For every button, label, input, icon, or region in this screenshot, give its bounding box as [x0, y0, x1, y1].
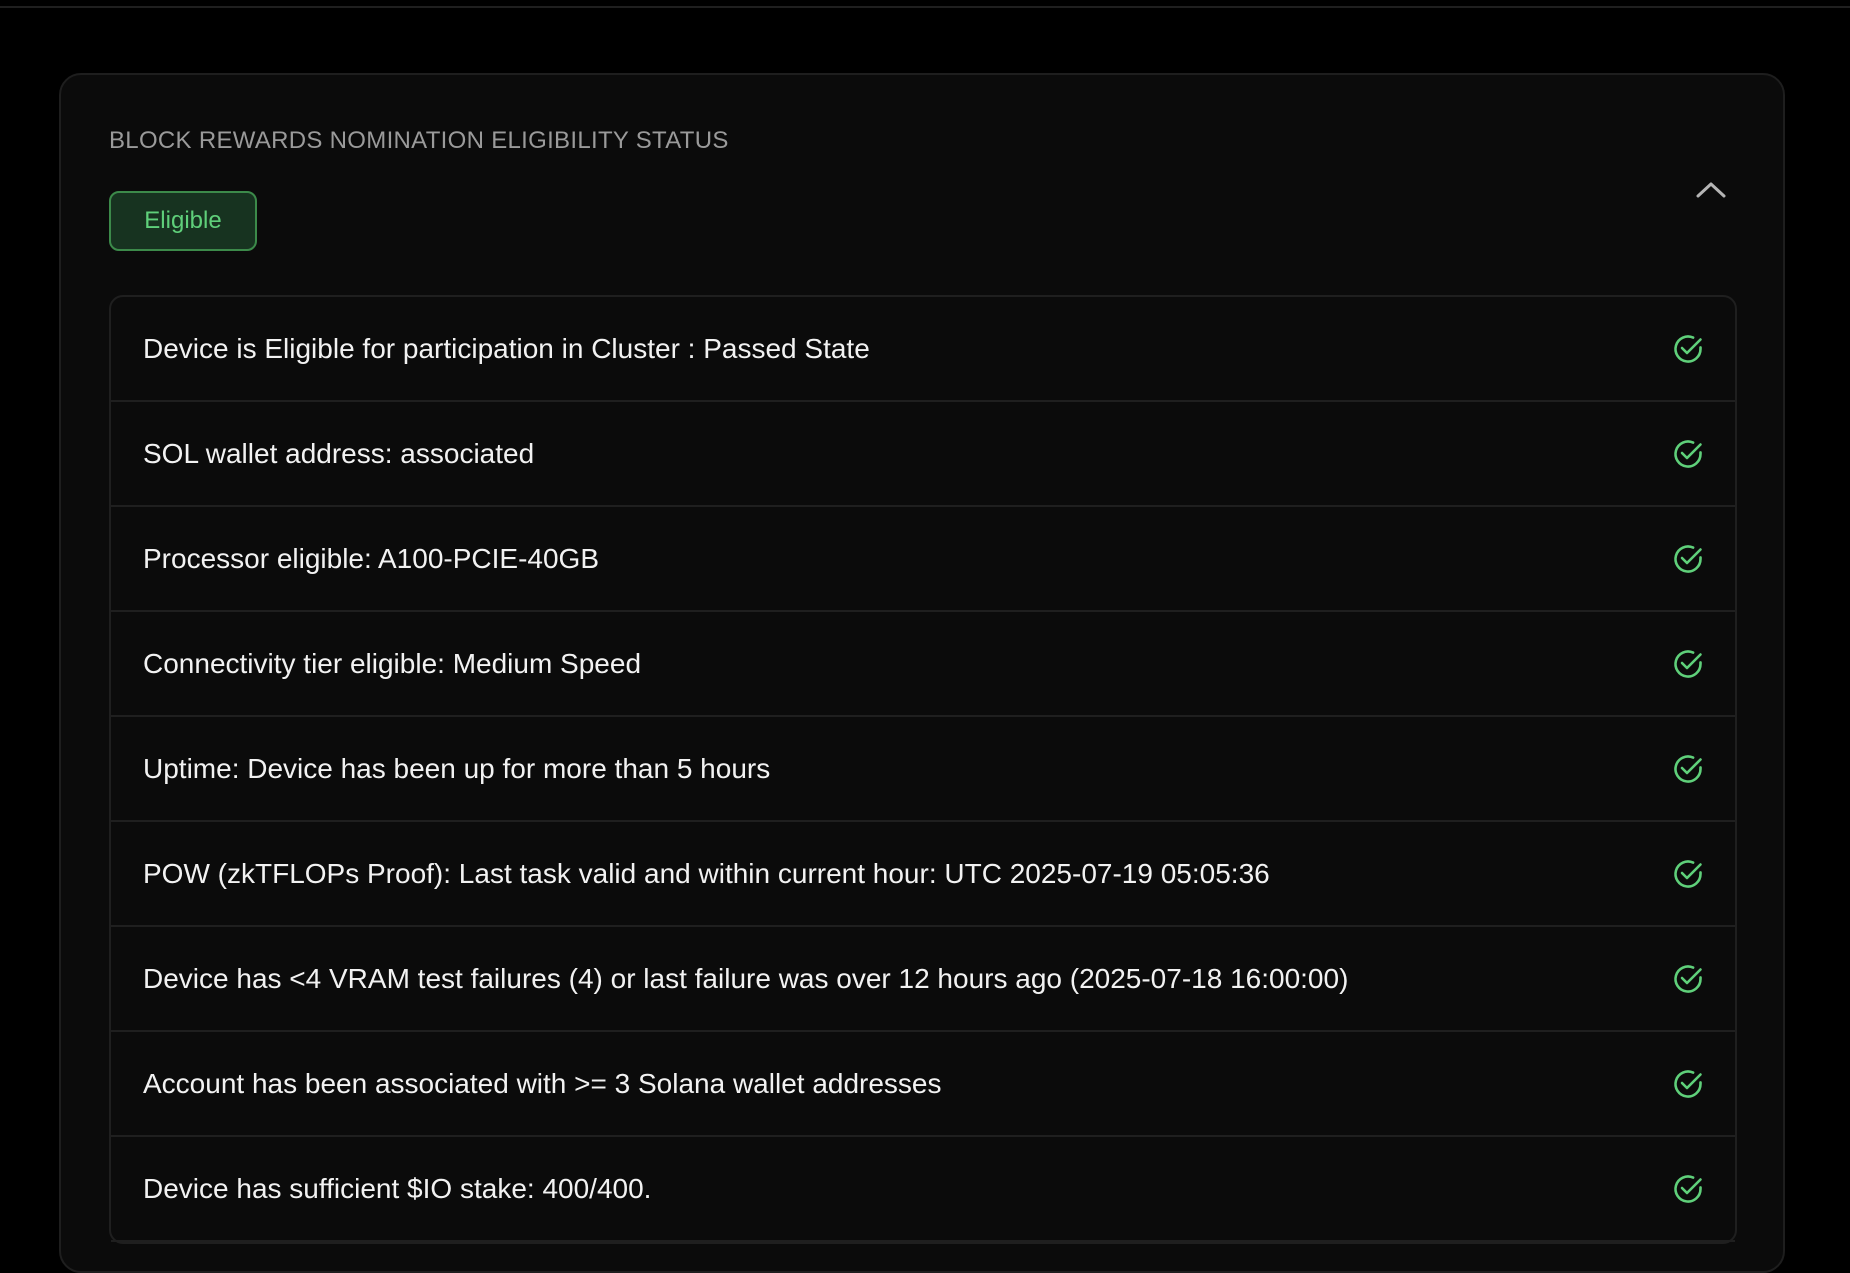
criteria-text: SOL wallet address: associated: [143, 437, 535, 469]
criteria-row: Processor eligible: A100-PCIE-40GB: [111, 507, 1735, 612]
criteria-row: Device has <4 VRAM test failures (4) or …: [111, 927, 1735, 1032]
check-circle-icon: [1674, 649, 1702, 678]
criteria-text: Uptime: Device has been up for more than…: [143, 752, 771, 784]
check-circle-icon: [1674, 1069, 1702, 1098]
criteria-row: Connectivity tier eligible: Medium Speed: [111, 612, 1735, 717]
section-title: BLOCK REWARDS NOMINATION ELIGIBILITY STA…: [109, 127, 729, 154]
criteria-text: Device has sufficient $IO stake: 400/400…: [143, 1172, 652, 1204]
criteria-row: Device is Eligible for participation in …: [111, 297, 1735, 402]
collapse-toggle-button[interactable]: [1689, 171, 1733, 207]
check-circle-icon: [1674, 754, 1702, 783]
criteria-row: SOL wallet address: associated: [111, 402, 1735, 507]
criteria-row: Uptime: Device has been up for more than…: [111, 717, 1735, 822]
criteria-text: POW (zkTFLOPs Proof): Last task valid an…: [143, 857, 1270, 889]
status-badge: Eligible: [109, 191, 257, 251]
check-circle-icon: [1674, 964, 1702, 993]
check-circle-icon: [1674, 439, 1702, 468]
criteria-text: Account has been associated with >= 3 So…: [143, 1067, 942, 1099]
chevron-up-icon: [1696, 182, 1726, 198]
criteria-row: POW (zkTFLOPs Proof): Last task valid an…: [111, 822, 1735, 927]
criteria-row: Device has sufficient $IO stake: 400/400…: [111, 1137, 1735, 1242]
criteria-list: Device is Eligible for participation in …: [109, 295, 1737, 1244]
eligibility-status-panel: BLOCK REWARDS NOMINATION ELIGIBILITY STA…: [59, 73, 1785, 1273]
criteria-text: Connectivity tier eligible: Medium Speed: [143, 647, 642, 679]
check-circle-icon: [1674, 1174, 1702, 1203]
check-circle-icon: [1674, 334, 1702, 363]
check-circle-icon: [1674, 859, 1702, 888]
criteria-text: Device has <4 VRAM test failures (4) or …: [143, 962, 1349, 994]
criteria-row: Account has been associated with >= 3 So…: [111, 1032, 1735, 1137]
criteria-text: Processor eligible: A100-PCIE-40GB: [143, 542, 599, 574]
criteria-text: Device is Eligible for participation in …: [143, 332, 870, 364]
check-circle-icon: [1674, 544, 1702, 573]
top-divider: [0, 0, 1850, 8]
